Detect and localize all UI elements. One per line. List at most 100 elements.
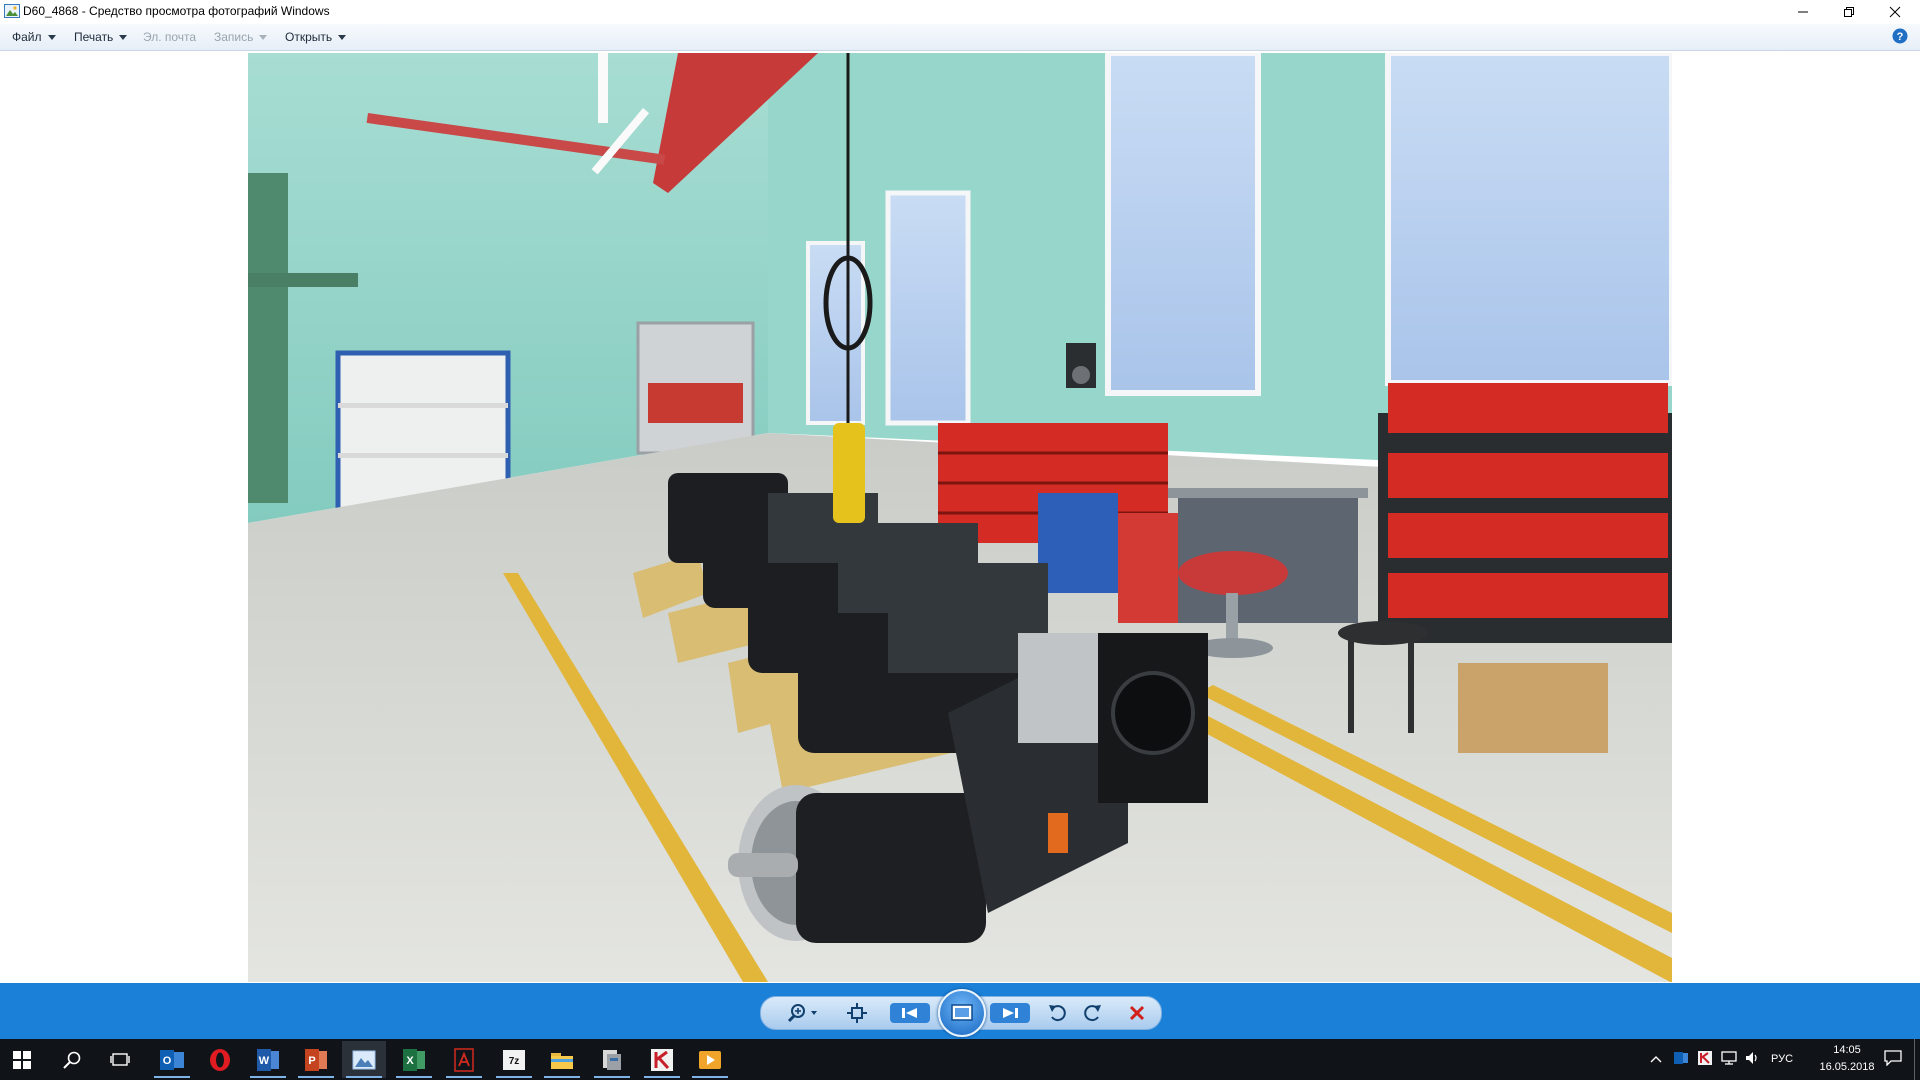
taskbar-archive[interactable] — [590, 1041, 634, 1078]
taskbar-excel[interactable]: X — [392, 1041, 436, 1078]
outlook-icon: O — [160, 1049, 184, 1070]
powerpoint-icon: P — [305, 1048, 327, 1071]
running-indicator — [346, 1076, 382, 1078]
svg-text:P: P — [308, 1055, 315, 1067]
menu-burn: Запись — [214, 30, 268, 44]
clock-time[interactable]: 14:05 — [1820, 1044, 1874, 1056]
show-desktop-divider[interactable] — [1914, 1039, 1915, 1080]
start-button[interactable] — [0, 1041, 44, 1078]
slideshow-button[interactable] — [938, 989, 986, 1037]
taskbar-outlook[interactable]: O — [150, 1041, 194, 1078]
menu-burn-label: Запись — [214, 30, 254, 44]
restore-button[interactable] — [1826, 0, 1872, 24]
taskbar-powerpoint[interactable]: P — [294, 1041, 338, 1078]
minimize-button[interactable] — [1780, 0, 1826, 24]
running-indicator — [594, 1076, 630, 1078]
previous-icon — [890, 1003, 930, 1023]
menu-print[interactable]: Печать — [74, 30, 128, 44]
language-indicator[interactable]: РУС — [1771, 1053, 1793, 1065]
start-icon — [13, 1050, 31, 1069]
taskbar-kaspersky[interactable] — [640, 1041, 684, 1078]
svg-text:W: W — [259, 1055, 270, 1067]
running-indicator — [692, 1076, 728, 1078]
archive-icon — [603, 1049, 621, 1070]
running-indicator — [250, 1076, 286, 1078]
volume-icon[interactable] — [1744, 1050, 1760, 1066]
media-player-icon — [699, 1050, 721, 1069]
menu-file[interactable]: Файл — [12, 30, 56, 44]
kaspersky-icon — [651, 1048, 673, 1071]
menu-bar: Файл Печать Эл. почта Запись Открыть — [0, 24, 1920, 51]
chevron-up-icon[interactable] — [1650, 1054, 1662, 1064]
generator-workshop-photo — [248, 53, 1672, 982]
menu-email-label: Эл. почта — [143, 30, 197, 44]
title-bar: D60_4868 - Средство просмотра фотографий… — [0, 0, 1920, 24]
search-icon — [63, 1051, 81, 1069]
svg-text:?: ? — [1897, 31, 1904, 43]
task-view-icon — [110, 1052, 130, 1066]
excel-icon: X — [403, 1048, 425, 1071]
word-icon: W — [257, 1048, 279, 1071]
delete-button[interactable] — [1122, 999, 1152, 1027]
svg-text:O: O — [163, 1055, 172, 1067]
menu-open[interactable]: Открыть — [285, 30, 347, 44]
running-indicator — [154, 1076, 190, 1078]
network-icon[interactable] — [1720, 1050, 1738, 1066]
chevron-down-icon — [47, 35, 56, 40]
acrobat-icon — [454, 1047, 474, 1072]
svg-text:7z: 7z — [509, 1056, 520, 1067]
close-button[interactable] — [1872, 0, 1918, 24]
search-button[interactable] — [50, 1041, 94, 1078]
rotate-right-icon — [1084, 1005, 1101, 1022]
next-button[interactable] — [985, 999, 1035, 1027]
kaspersky-tray-icon[interactable] — [1697, 1050, 1713, 1066]
menu-email: Эл. почта — [143, 30, 196, 44]
task-view-button[interactable] — [98, 1041, 142, 1078]
7zip-icon: 7z — [503, 1049, 525, 1070]
explorer-icon — [551, 1052, 573, 1069]
photo-viewer-icon — [352, 1050, 376, 1069]
notifications-icon[interactable] — [1884, 1050, 1902, 1066]
chevron-down-icon — [259, 35, 268, 40]
previous-button[interactable] — [885, 999, 935, 1027]
window-title: D60_4868 - Средство просмотра фотографий… — [23, 4, 330, 18]
rotate-left-button[interactable] — [1043, 999, 1073, 1027]
running-indicator — [396, 1076, 432, 1078]
menu-open-label: Открыть — [285, 30, 333, 44]
actual-size-icon — [847, 1003, 867, 1023]
close-icon — [1889, 6, 1901, 18]
svg-text:X: X — [406, 1055, 414, 1067]
menu-print-label: Печать — [74, 30, 114, 44]
rotate-right-button[interactable] — [1077, 999, 1107, 1027]
taskbar-7zip[interactable]: 7z — [492, 1041, 536, 1078]
minimize-icon — [1798, 11, 1808, 13]
taskbar-photo-viewer[interactable] — [342, 1041, 386, 1078]
running-indicator — [544, 1076, 580, 1078]
taskbar-acrobat[interactable] — [442, 1041, 486, 1078]
outlook-tray-icon[interactable] — [1673, 1050, 1689, 1066]
running-indicator — [298, 1076, 334, 1078]
next-icon — [990, 1003, 1030, 1023]
taskbar-opera[interactable] — [198, 1041, 242, 1078]
rotate-left-icon — [1049, 1005, 1066, 1022]
help-icon[interactable]: ? — [1892, 28, 1908, 44]
delete-icon — [1129, 1005, 1145, 1021]
opera-icon — [210, 1048, 230, 1071]
photo-viewer-icon — [4, 4, 20, 18]
taskbar-explorer[interactable] — [540, 1041, 584, 1078]
clock-date[interactable]: 16.05.2018 — [1808, 1061, 1886, 1073]
chevron-down-icon — [119, 35, 128, 40]
running-indicator — [644, 1076, 680, 1078]
chevron-down-icon — [338, 35, 347, 40]
running-indicator — [496, 1076, 532, 1078]
zoom-icon — [787, 1004, 817, 1023]
menu-file-label: Файл — [12, 30, 42, 44]
running-indicator — [446, 1076, 482, 1078]
displayed-photo[interactable] — [248, 53, 1672, 982]
restore-icon — [1844, 7, 1854, 17]
slideshow-icon — [951, 1004, 973, 1021]
actual-size-button[interactable] — [842, 999, 872, 1027]
taskbar-word[interactable]: W — [246, 1041, 290, 1078]
zoom-button[interactable] — [782, 999, 824, 1027]
taskbar-media-player[interactable] — [688, 1041, 732, 1078]
